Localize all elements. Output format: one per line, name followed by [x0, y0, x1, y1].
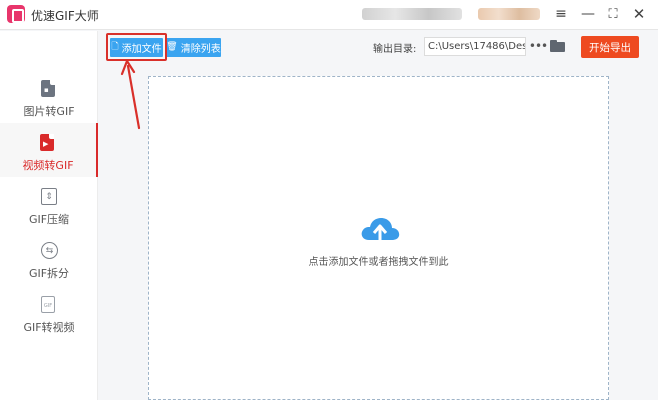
annotation-highlight-box [106, 33, 167, 61]
annotation-arrow [120, 59, 141, 130]
output-dir-label: 输出目录: [373, 44, 417, 55]
sidebar-item-label: 图片转GIF [23, 105, 75, 118]
sidebar-item-gif-compress[interactable]: ⇕ GIF压缩 [0, 177, 98, 231]
minimize-icon[interactable]: — [579, 5, 597, 23]
more-options-button[interactable]: ••• [529, 38, 548, 54]
sidebar-item-label: 视频转GIF [22, 159, 74, 172]
clear-list-label: 清除列表 [180, 44, 221, 55]
app-title: 优速GIF大师 [31, 9, 99, 23]
menu-icon[interactable]: ≡ [552, 5, 570, 23]
drop-hint-text: 点击添加文件或者拖拽文件到此 [308, 257, 449, 268]
app-logo-icon [7, 5, 25, 23]
close-icon[interactable]: ✕ [630, 5, 648, 23]
maximize-icon[interactable]: ⛶ [604, 5, 622, 23]
sidebar-item-gif-to-video[interactable]: GIF GIF转视频 [0, 285, 98, 339]
title-bar: 优速GIF大师 ≡ — ⛶ ✕ [0, 0, 658, 30]
sidebar-item-label: GIF拆分 [28, 267, 70, 280]
image-file-icon: ▪ [41, 80, 57, 98]
clear-list-button[interactable]: 🗑 清除列表 [166, 38, 221, 57]
gif-file-icon: GIF [41, 296, 57, 314]
app-window: 优速GIF大师 ≡ — ⛶ ✕ ▪ 图片转GIF ▶ 视频转GIF ⇕ GIF压… [0, 0, 658, 400]
split-icon: ⇆ [41, 242, 58, 260]
account-info-blurred [362, 8, 462, 20]
vip-info-blurred [478, 8, 540, 20]
file-drop-zone[interactable]: 点击添加文件或者拖拽文件到此 [148, 76, 609, 400]
folder-icon[interactable] [550, 40, 565, 52]
sidebar-item-label: GIF转视频 [23, 321, 75, 334]
start-export-button[interactable]: 开始导出 [581, 36, 639, 58]
sidebar-item-label: GIF压缩 [28, 213, 70, 226]
compress-icon: ⇕ [41, 188, 57, 206]
sidebar: ▪ 图片转GIF ▶ 视频转GIF ⇕ GIF压缩 ⇆ GIF拆分 GIF GI… [0, 31, 98, 400]
output-dir-field[interactable]: C:\Users\17486\Deskto [424, 37, 526, 56]
sidebar-item-video-to-gif[interactable]: ▶ 视频转GIF [0, 123, 98, 177]
sidebar-item-image-to-gif[interactable]: ▪ 图片转GIF [0, 69, 98, 123]
trash-icon: 🗑 [166, 42, 178, 52]
cloud-upload-icon [361, 218, 400, 248]
video-file-icon: ▶ [40, 134, 56, 152]
sidebar-item-gif-split[interactable]: ⇆ GIF拆分 [0, 231, 98, 285]
